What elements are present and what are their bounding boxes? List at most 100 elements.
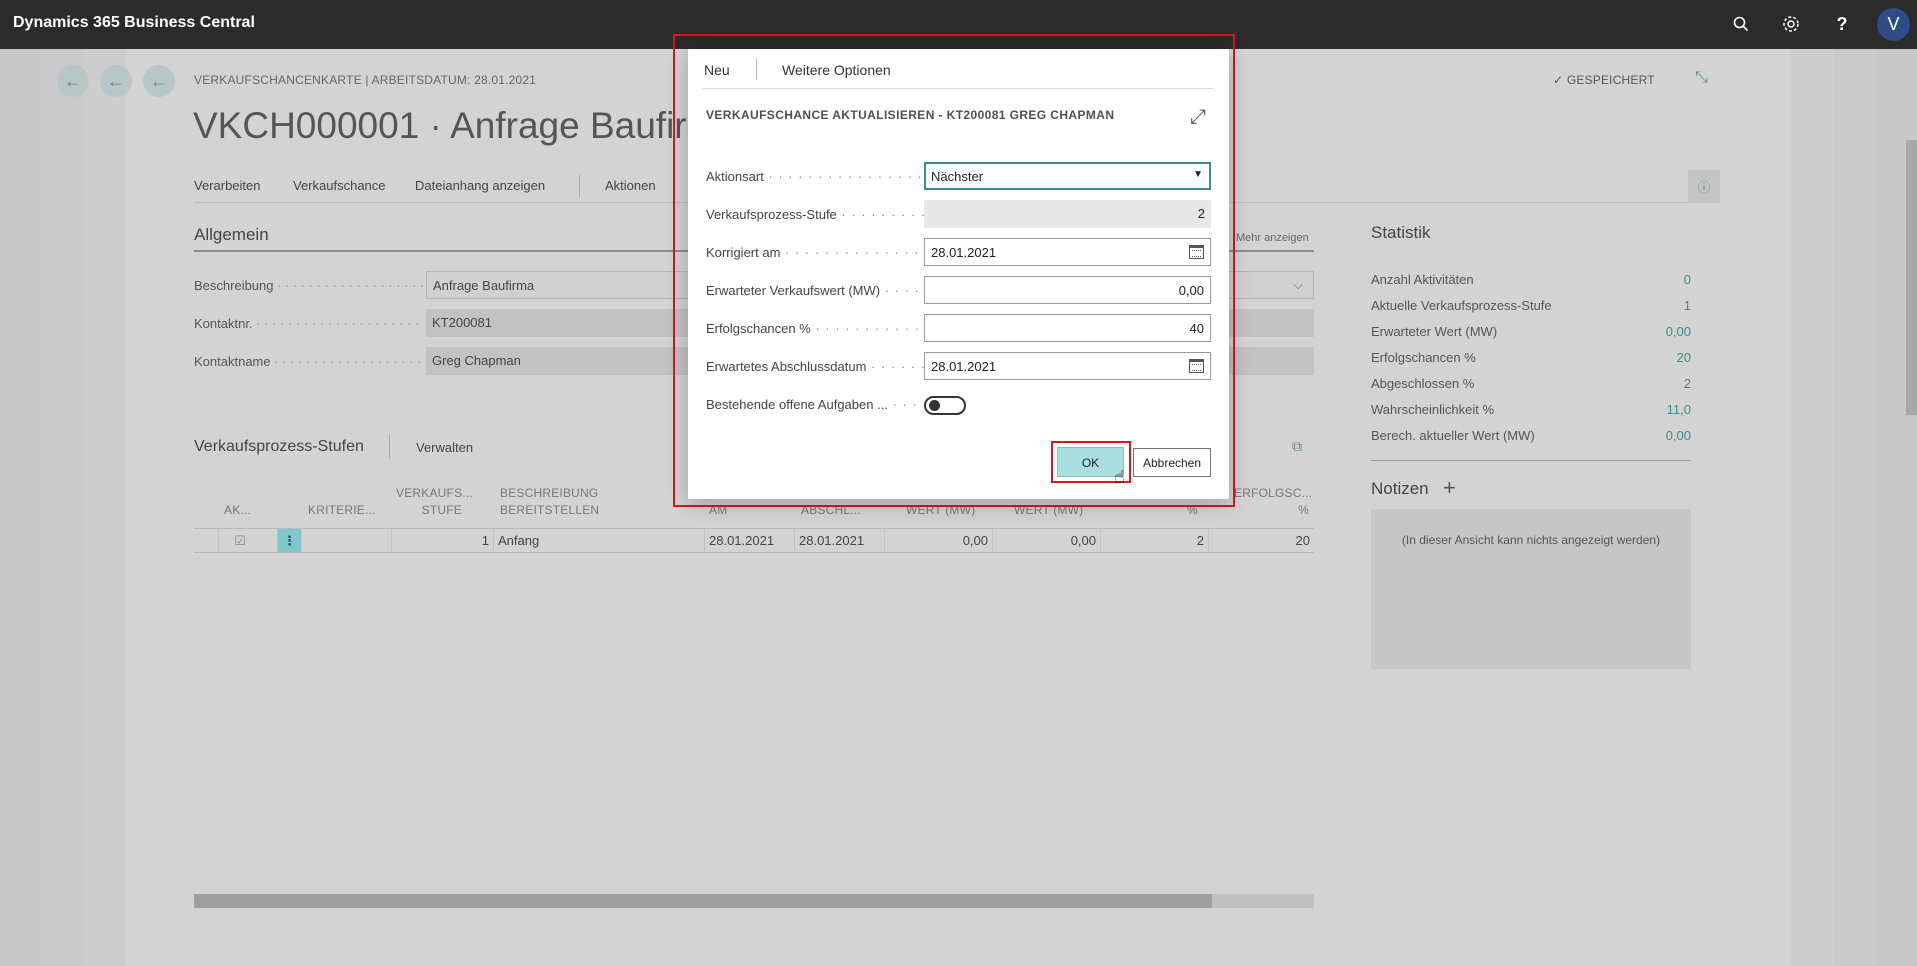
stat-label: Abgeschlossen % [1371, 376, 1475, 391]
row-closing-date[interactable]: 28.01.2021 [794, 529, 884, 552]
chevron-down-icon[interactable]: ⌵ [1293, 277, 1303, 293]
back-arrow-icon[interactable]: ← [100, 65, 132, 97]
row-value1[interactable]: 0,00 [884, 529, 992, 552]
notes-heading[interactable]: Notizen [1371, 479, 1429, 499]
stat-label: Anzahl Aktivitäten [1371, 272, 1474, 287]
stat-row: Abgeschlossen % 2 [1371, 376, 1691, 391]
breadcrumb: VERKAUFSCHANCENKARTE | ARBEITSDATUM: 28.… [194, 73, 537, 87]
gear-icon[interactable] [1779, 12, 1803, 36]
kontaktnr-value: KT200081 [432, 315, 492, 330]
notes-empty-text: (In dieser Ansicht kann nichts angezeigt… [1401, 533, 1661, 547]
scrollbar-thumb[interactable] [194, 894, 1212, 908]
label-aktionsart: Aktionsart [706, 169, 926, 184]
stages-heading[interactable]: Verkaufsprozess-Stufen [194, 438, 364, 456]
avatar[interactable]: V [1877, 8, 1910, 41]
stat-label: Wahrscheinlichkeit % [1371, 402, 1495, 417]
aktionsart-select[interactable]: Nächster ▼ [924, 162, 1211, 190]
divider [389, 435, 390, 459]
kontaktname-value: Greg Chapman [432, 353, 521, 368]
aktionsart-value: Nächster [931, 169, 984, 184]
stat-value[interactable]: 0 [1684, 272, 1691, 287]
verkaufsprozess-stufe-field: 2 [924, 200, 1211, 228]
calendar-icon[interactable] [1189, 245, 1204, 259]
show-more-link[interactable]: Mehr anzeigen [1236, 232, 1309, 244]
row-value2[interactable]: 0,00 [992, 529, 1100, 552]
stat-label: Erwarteter Wert (MW) [1371, 324, 1498, 339]
row-percent[interactable]: 2 [1100, 529, 1208, 552]
back-arrow-icon[interactable]: ← [143, 65, 175, 97]
row-checkbox[interactable]: ☑ [218, 529, 261, 552]
row-date[interactable]: 28.01.2021 [704, 529, 794, 552]
stat-value[interactable]: 0,00 [1666, 324, 1691, 339]
col-header-description-line1: BESCHREIBUNG [500, 486, 599, 500]
bestehende-offene-aufgaben-toggle[interactable] [924, 396, 966, 415]
label-verkaufsprozess-stufe: Verkaufsprozess-Stufe [706, 207, 926, 222]
search-icon[interactable] [1729, 12, 1753, 36]
col-header-criteria[interactable]: KRITERIE... [308, 502, 376, 519]
korrigiert-am-input[interactable]: 28.01.2021 [924, 238, 1211, 266]
row-criteria[interactable] [301, 529, 391, 552]
stat-row: Berech. aktueller Wert (MW) 0,00 [1371, 428, 1691, 443]
expand-icon[interactable]: ⤢ [1186, 105, 1210, 129]
app-title[interactable]: Dynamics 365 Business Central [13, 14, 255, 32]
action-verarbeiten[interactable]: Verarbeiten [194, 178, 261, 193]
stat-label: Erfolgschancen % [1371, 350, 1476, 365]
erwarteter-verkaufswert-value: 0,00 [1178, 283, 1204, 298]
action-aktionen[interactable]: Aktionen [605, 178, 656, 193]
hand-cursor-icon: ☝ [1114, 467, 1125, 487]
col-header-success-line1: ERFOLGSC... [1234, 486, 1313, 500]
table-row[interactable]: ☑ ⋮ 1 Anfang 28.01.2021 28.01.2021 0,00 … [194, 528, 1314, 553]
tab-weitere-optionen[interactable]: Weitere Optionen [782, 62, 891, 78]
add-note-icon[interactable]: + [1443, 475, 1456, 501]
col-header-success-line2: % [1298, 503, 1309, 517]
row-stage[interactable]: 1 [391, 529, 493, 552]
stat-label: Berech. aktueller Wert (MW) [1371, 428, 1535, 443]
erwartetes-abschlussdatum-input[interactable]: 28.01.2021 [924, 352, 1211, 380]
stat-value[interactable]: 11,0 [1667, 402, 1691, 417]
info-icon[interactable]: ⓘ [1688, 170, 1720, 202]
update-opportunity-dialog: Neu Weitere Optionen VERKAUFSCHANCE AKTU… [688, 49, 1229, 499]
row-description[interactable]: Anfang [493, 529, 704, 552]
cancel-button[interactable]: Abbrechen [1133, 448, 1211, 477]
row-menu-icon[interactable]: ⋮ [277, 529, 301, 552]
label-erwartetes-abschlussdatum: Erwartetes Abschlussdatum [706, 359, 926, 374]
back-arrow-icon[interactable]: ← [57, 65, 89, 97]
vertical-scrollbar[interactable] [1906, 140, 1917, 415]
action-verkaufschance[interactable]: Verkaufschance [293, 178, 386, 193]
stat-value[interactable]: 2 [1684, 376, 1691, 391]
manage-tab[interactable]: Verwalten [416, 440, 473, 455]
stat-row: Anzahl Aktivitäten 0 [1371, 272, 1691, 287]
help-icon[interactable]: ? [1830, 12, 1854, 36]
open-in-new-icon[interactable]: ⧉ [1292, 438, 1302, 455]
tab-neu[interactable]: Neu [704, 62, 730, 78]
collapse-icon[interactable]: ⤡ [1695, 69, 1717, 91]
stat-divider [1371, 460, 1691, 461]
action-dateianhang[interactable]: Dateianhang anzeigen [415, 178, 545, 193]
statistics-heading[interactable]: Statistik [1371, 223, 1431, 243]
general-heading[interactable]: Allgemein [194, 225, 269, 245]
verkaufsprozess-stufe-value: 2 [1197, 206, 1205, 221]
label-bestehende-offene-aufgaben: Bestehende offene Aufgaben ... [706, 397, 916, 412]
erfolgschancen-input[interactable]: 40 [924, 314, 1211, 342]
erwarteter-verkaufswert-input[interactable]: 0,00 [924, 276, 1211, 304]
toggle-knob [929, 400, 940, 411]
stat-value[interactable]: 0,00 [1666, 428, 1691, 443]
stat-label: Aktuelle Verkaufsprozess-Stufe [1371, 298, 1552, 313]
field-label-beschreibung: Beschreibung [194, 278, 424, 293]
stat-value[interactable]: 1 [1684, 298, 1691, 313]
saved-label: GESPEICHERT [1566, 73, 1655, 87]
stat-row: Aktuelle Verkaufsprozess-Stufe 1 [1371, 298, 1691, 313]
divider [579, 175, 580, 197]
col-header-active[interactable]: AK... [224, 502, 251, 519]
label-erwarteter-verkaufswert: Erwarteter Verkaufswert (MW) [706, 283, 926, 298]
col-header-success[interactable]: ERFOLGSC... % [1234, 485, 1313, 519]
beschreibung-value: Anfrage Baufirma [433, 278, 535, 293]
stat-value[interactable]: 20 [1677, 350, 1691, 365]
calendar-icon[interactable] [1189, 359, 1204, 373]
row-success[interactable]: 20 [1208, 529, 1314, 552]
divider [756, 58, 757, 80]
dialog-tabs: Neu Weitere Optionen [703, 49, 1213, 89]
col-header-description[interactable]: BESCHREIBUNG BEREITSTELLEN [500, 485, 599, 519]
horizontal-scrollbar[interactable] [194, 894, 1314, 908]
col-header-stage[interactable]: VERKAUFS... STUFE [396, 485, 473, 519]
